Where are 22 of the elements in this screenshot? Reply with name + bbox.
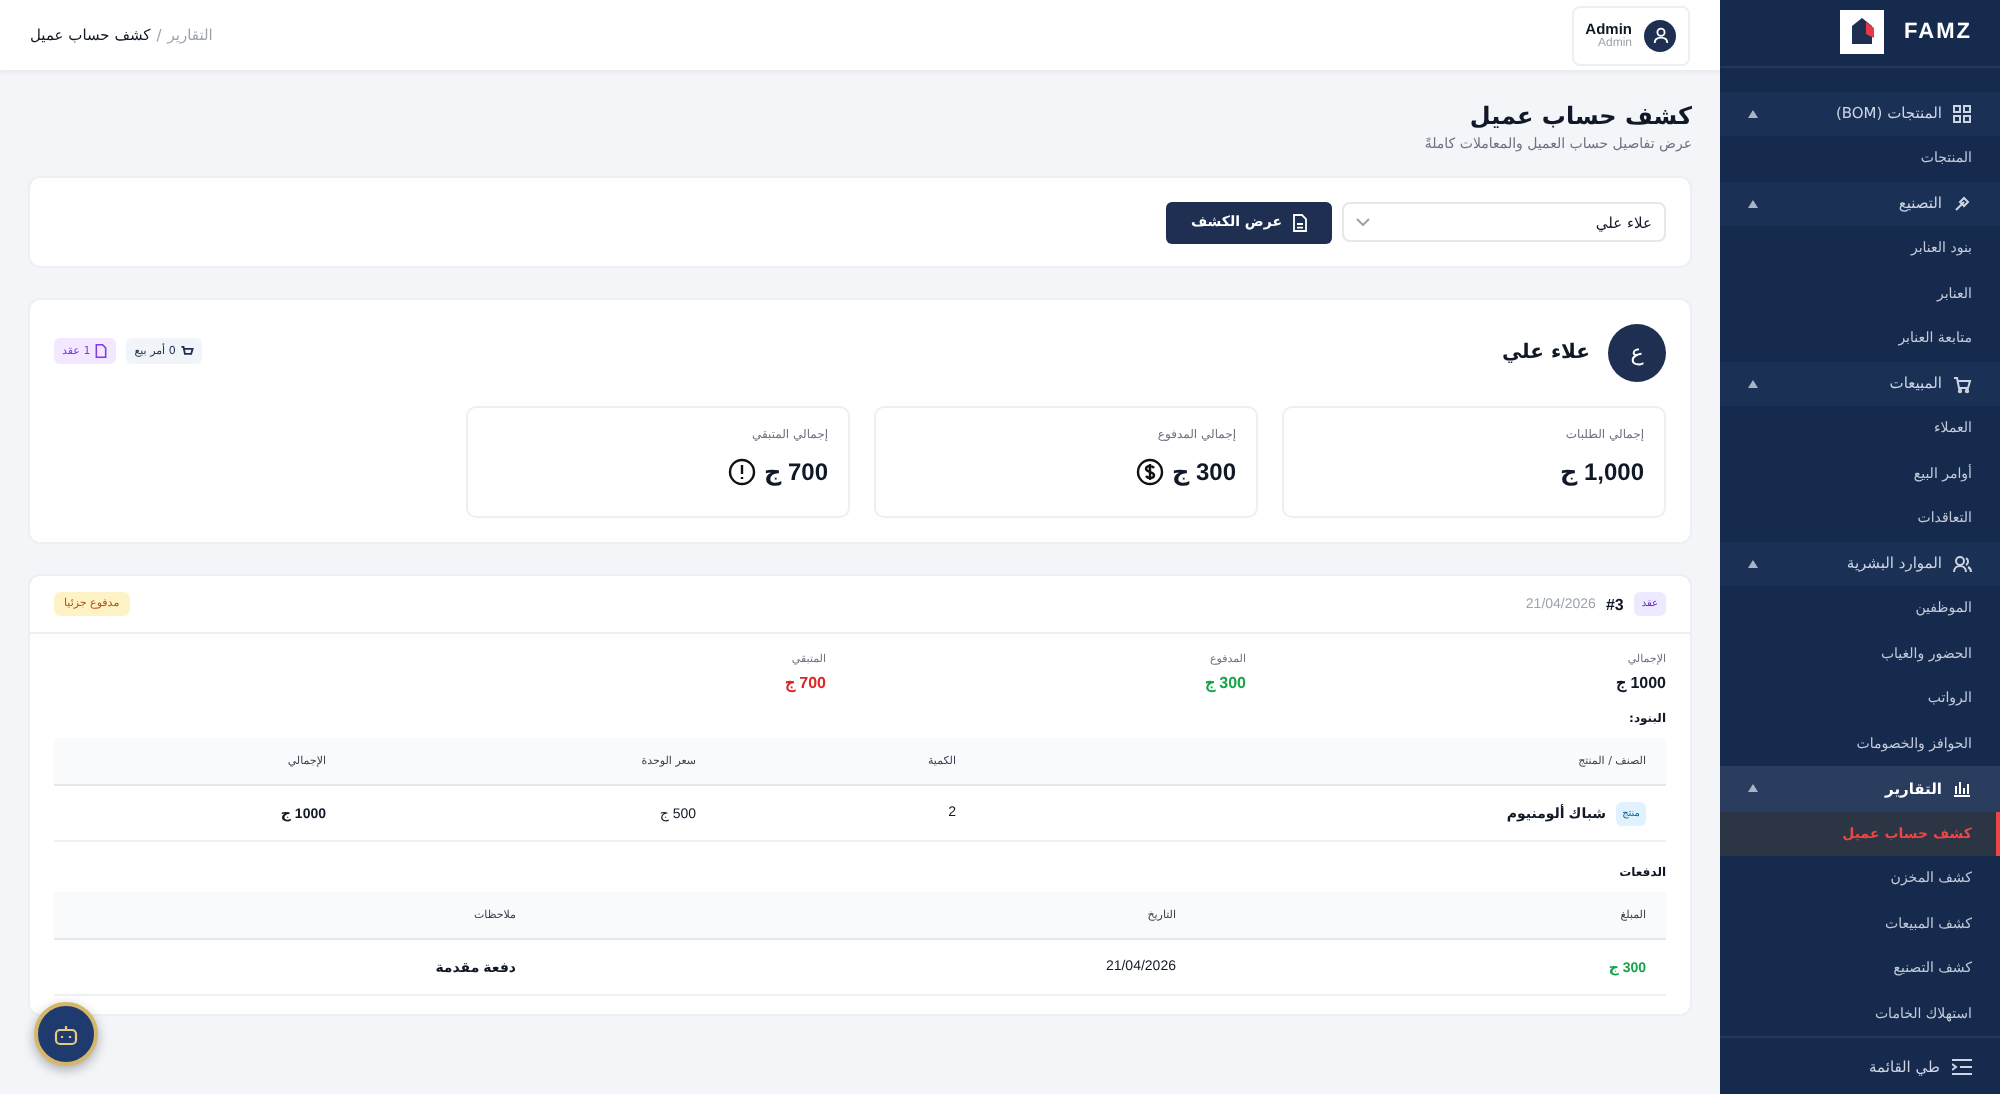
chevron-icon [1356,218,1370,226]
document-icon [1292,213,1308,231]
customer-avatar: ع [1608,324,1666,382]
contract-number: #3 [1605,595,1624,613]
nav-icon [1952,553,1972,574]
total-value: 1000 ج [1613,674,1666,692]
assistant-button[interactable] [34,1002,98,1066]
nav-icon [1952,193,1972,214]
total-value: 700 ج [782,674,826,692]
nav-icon [1952,373,1972,394]
page-title: كشف حساب عميل [1467,102,1692,130]
nav-icon [1952,778,1972,799]
user-avatar-icon [1644,19,1676,51]
total-value: 300 ج [1202,674,1246,692]
customer-name: علاء علي [1501,342,1590,364]
logo-icon [1840,10,1885,55]
robot-icon [54,1023,78,1045]
nav-icon [1952,103,1972,124]
logo-text: FAMZ [1904,20,1972,45]
menu-icon [1952,1057,1972,1076]
alert-icon [727,458,756,486]
dollar-icon [1135,458,1164,486]
